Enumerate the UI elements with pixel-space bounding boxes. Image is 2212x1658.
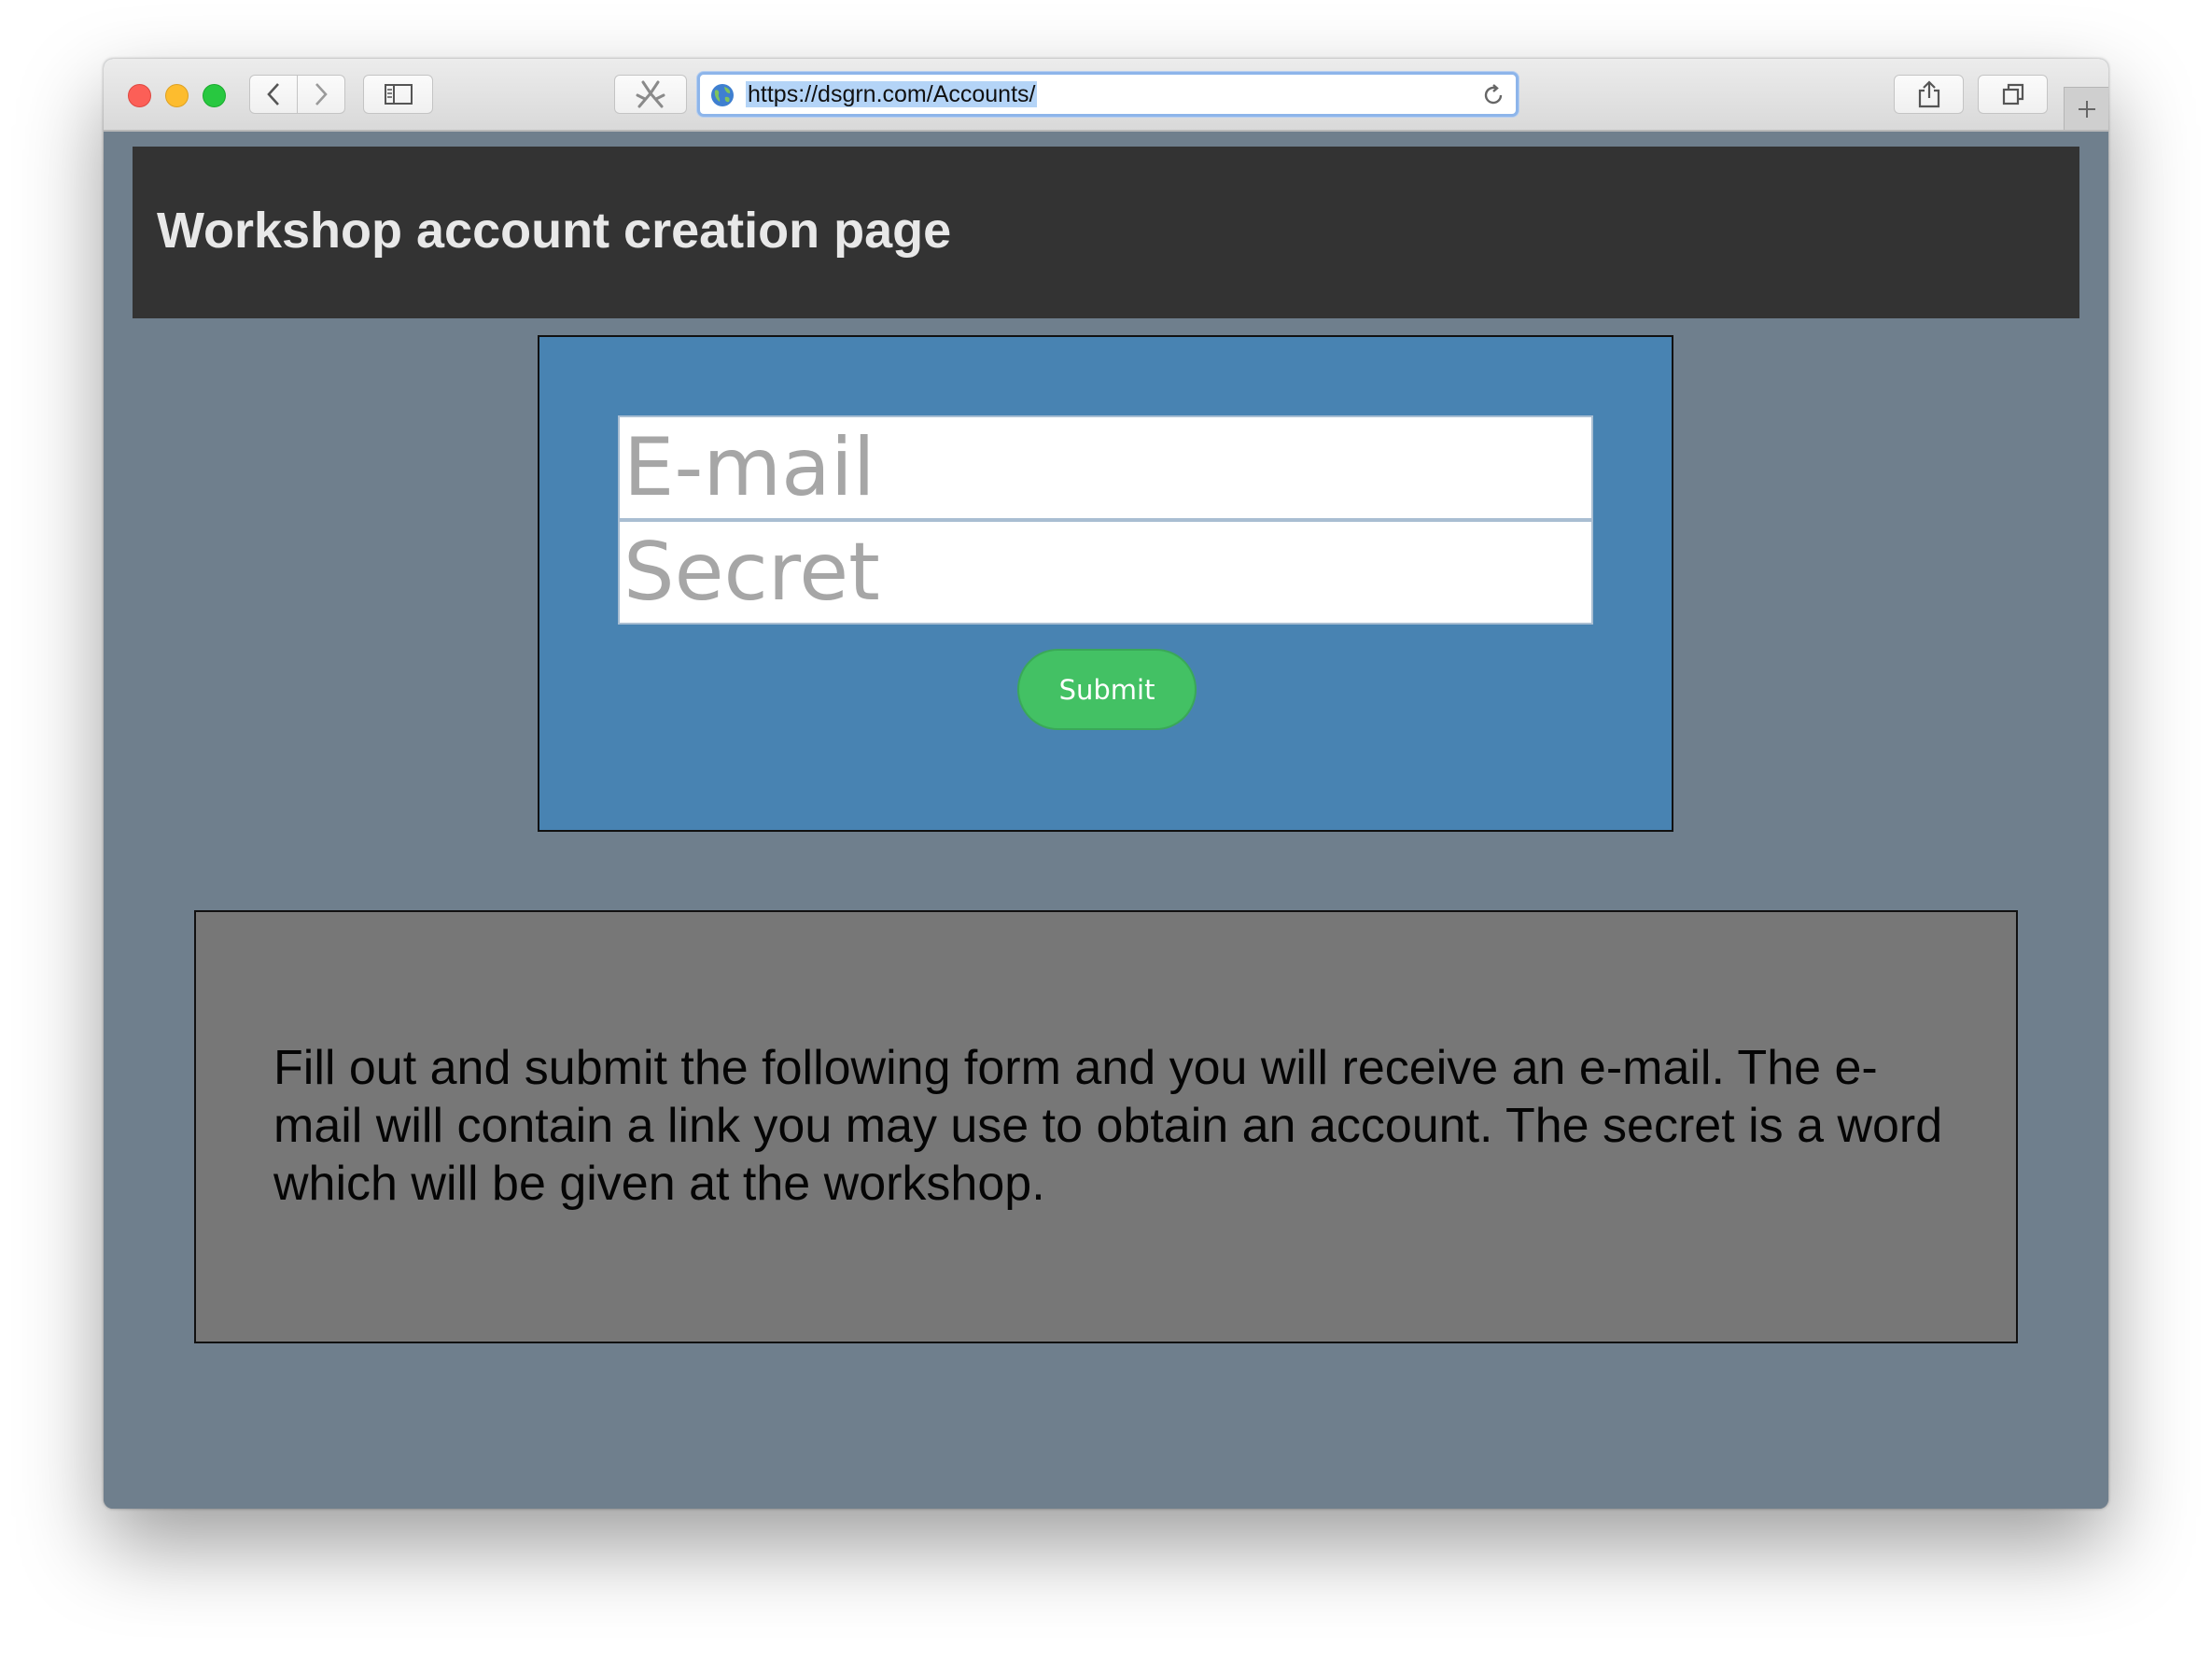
zoom-window-button[interactable] — [203, 84, 226, 107]
reload-icon[interactable] — [1480, 82, 1506, 108]
globe-icon — [711, 84, 734, 106]
sidebar-button[interactable] — [363, 75, 433, 114]
back-button[interactable] — [249, 75, 298, 114]
info-text: Fill out and submit the following form a… — [273, 1041, 1943, 1211]
address-bar[interactable]: https://dsgrn.com/Accounts/ — [697, 72, 1519, 117]
chevron-left-icon — [267, 83, 279, 105]
page-header: Workshop account creation page — [133, 147, 2079, 318]
tabs-overview-icon — [2002, 83, 2023, 105]
extension-icon — [636, 80, 665, 108]
extension-button[interactable] — [614, 75, 687, 114]
email-input[interactable] — [618, 415, 1593, 520]
share-button[interactable] — [1894, 75, 1964, 114]
tabs-overview-button[interactable] — [1978, 75, 2048, 114]
sidebar-icon — [384, 84, 413, 105]
new-tab-button[interactable] — [2064, 87, 2108, 130]
secret-input[interactable] — [618, 520, 1593, 625]
page-title: Workshop account creation page — [157, 203, 952, 259]
close-window-button[interactable] — [128, 84, 151, 107]
page-content: Workshop account creation page Submit Fi… — [104, 132, 2108, 1509]
forward-button[interactable] — [297, 75, 345, 114]
plus-icon — [2078, 100, 2095, 118]
submit-button[interactable]: Submit — [1017, 649, 1197, 730]
minimize-window-button[interactable] — [165, 84, 189, 107]
chevron-right-icon — [315, 83, 328, 105]
account-form: Submit — [538, 335, 1673, 832]
share-icon — [1918, 80, 1939, 108]
info-panel: Fill out and submit the following form a… — [194, 910, 2018, 1343]
browser-window: https://dsgrn.com/Accounts/ Workshop acc… — [104, 59, 2108, 1509]
url-text[interactable]: https://dsgrn.com/Accounts/ — [746, 81, 1038, 107]
browser-toolbar: https://dsgrn.com/Accounts/ — [104, 59, 2108, 132]
